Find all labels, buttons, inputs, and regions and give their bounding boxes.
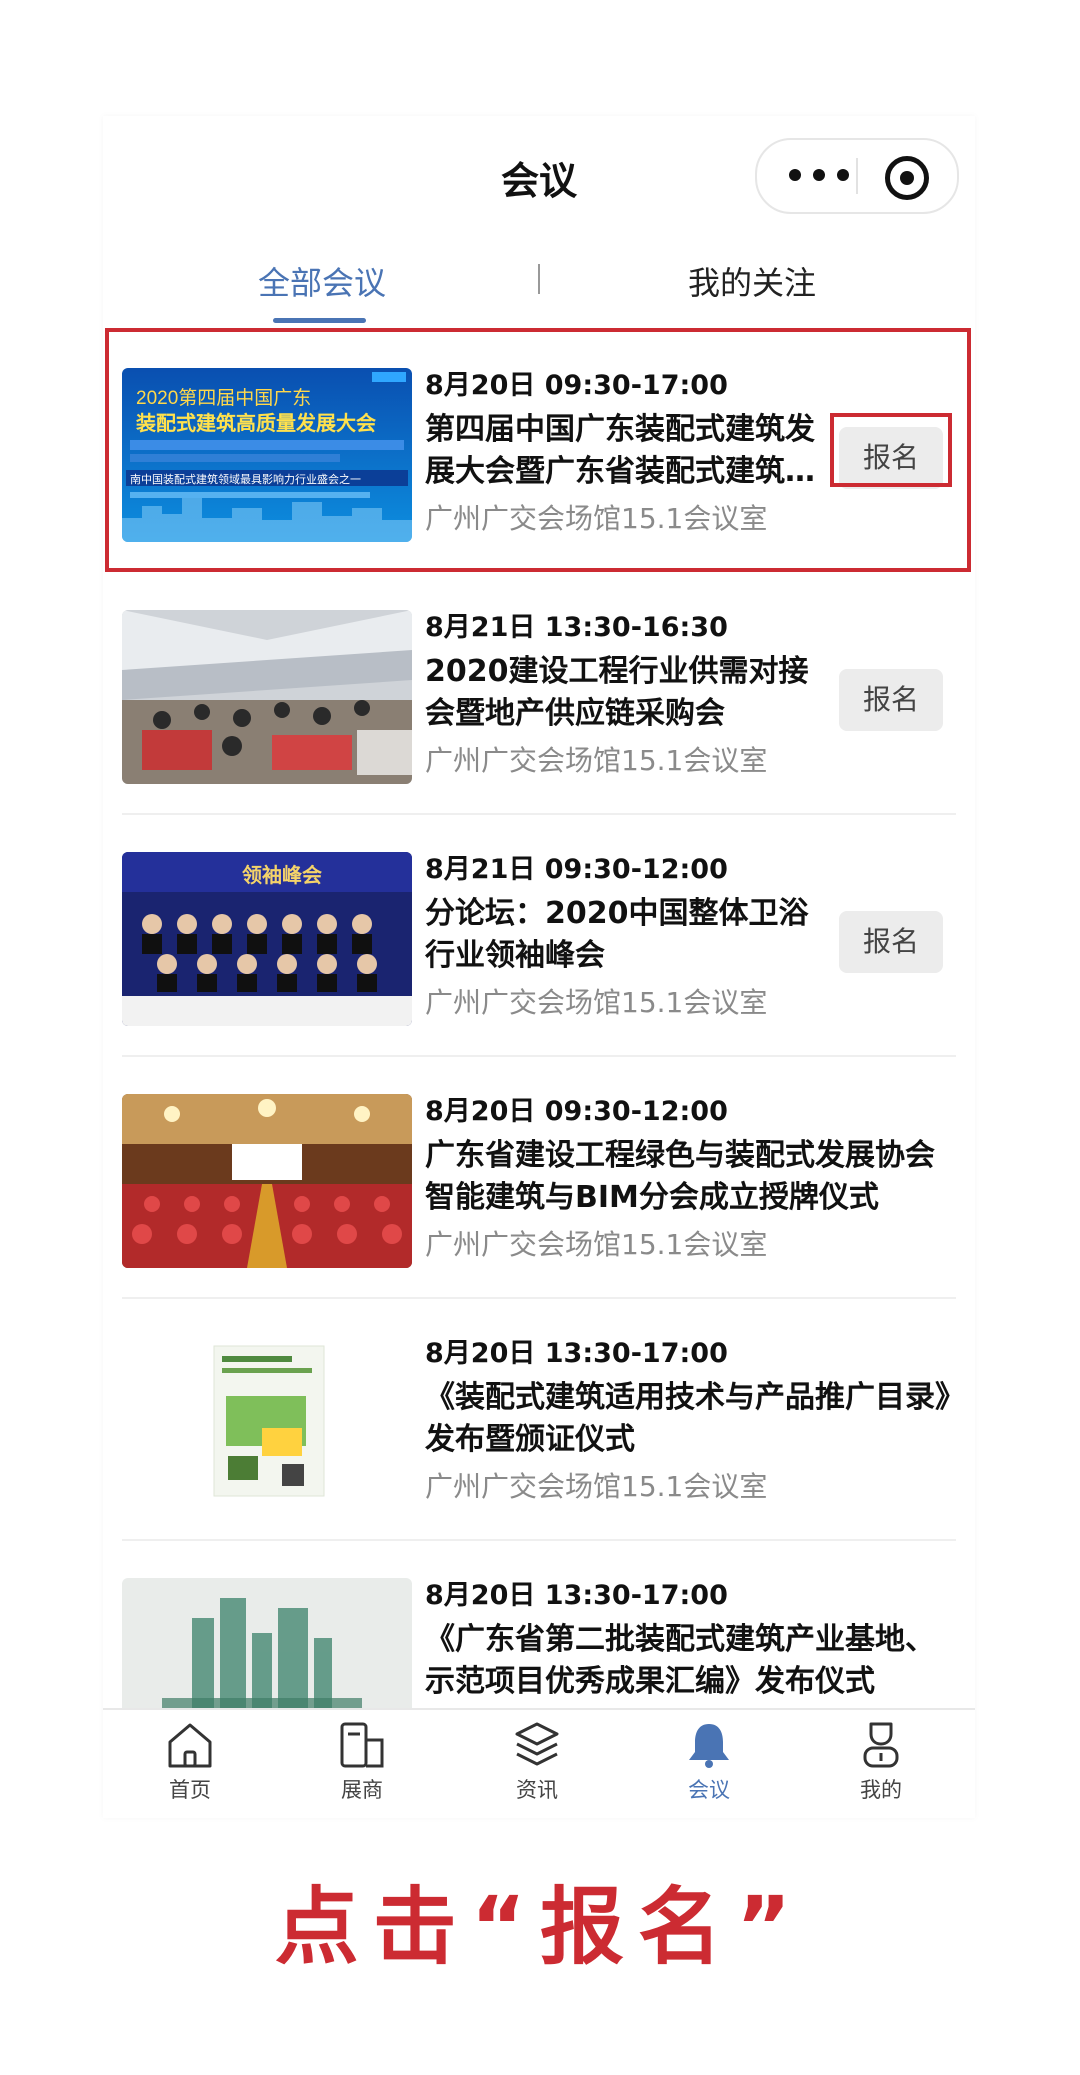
meeting-title: 《广东省第二批装配式建筑产业基地、示范项目优秀成果汇编》发布仪式	[425, 1622, 935, 1699]
bell-icon	[689, 1724, 729, 1768]
instruction-caption: 点击“报名”	[274, 1878, 806, 1976]
list-item[interactable]: 领袖峰会 8月21日 09:30-12:00 分论坛：2020中国整体卫浴行业领…	[103, 815, 975, 1057]
close-target-icon[interactable]	[885, 156, 929, 200]
meeting-title: 广东省建设工程绿色与装配式发展协会智能建筑与BIM分会成立授牌仪式	[425, 1138, 935, 1215]
capsule-divider	[856, 158, 858, 194]
tabbar-item-profile[interactable]: 我的	[821, 1710, 941, 1818]
signup-button[interactable]: 报名	[839, 911, 943, 973]
mini-program-capsule	[755, 138, 959, 214]
list-item[interactable]: 2020第四届中国广东 装配式建筑高质量发展大会 南中国装配式建筑领域最具影响力…	[103, 331, 975, 573]
bottom-tab-bar: 首页 展商 资讯 会议 我的	[103, 1708, 975, 1818]
more-icon[interactable]	[783, 140, 855, 212]
home-icon	[168, 1723, 212, 1768]
meeting-date: 8月20日 13:30-17:00	[425, 1580, 728, 1611]
tabbar-item-exhibitors[interactable]: 展商	[302, 1710, 422, 1818]
meeting-location: 广州广交会场馆15.1会议室	[425, 744, 768, 777]
meeting-thumbnail: 领袖峰会	[122, 852, 412, 1026]
tabbar-item-meetings[interactable]: 会议	[649, 1710, 769, 1818]
tabbar-label: 展商	[341, 1778, 383, 1802]
banner-line-2: 装配式建筑高质量发展大会	[135, 411, 376, 435]
phone-screen: 会议 全部会议 我的关注 2020第四届中国广东 装配式建筑高质量发展大会 南中…	[103, 116, 975, 1818]
banner-line-1: 2020第四届中国广东	[136, 387, 311, 409]
meeting-location: 广州广交会场馆15.1会议室	[425, 986, 768, 1019]
meeting-date: 8月21日 13:30-16:30	[425, 612, 728, 643]
tabbar-label: 会议	[688, 1778, 730, 1802]
meeting-date: 8月20日 09:30-12:00	[425, 1096, 728, 1127]
meeting-thumbnail	[122, 1094, 412, 1268]
meeting-date: 8月20日 09:30-17:00	[425, 370, 728, 401]
building-icon	[340, 1722, 384, 1768]
meeting-title: 《装配式建筑适用技术与产品推广目录》发布暨颁证仪式	[425, 1380, 950, 1457]
tabbar-label: 资讯	[516, 1778, 558, 1802]
tab-divider	[538, 264, 540, 294]
meeting-location: 广州广交会场馆15.1会议室	[425, 1470, 768, 1503]
tab-bar-top: 全部会议 我的关注	[103, 246, 975, 326]
meeting-location: 广州广交会场馆15.1会议室	[425, 502, 768, 535]
tabbar-label: 我的	[860, 1778, 902, 1802]
signup-button[interactable]: 报名	[839, 427, 943, 489]
meeting-title: 第四届中国广东装配式建筑发展大会暨广东省装配式建筑及智能建造创新技术推广会	[425, 412, 815, 489]
tabbar-item-news[interactable]: 资讯	[477, 1710, 597, 1818]
list-item[interactable]: 8月20日 09:30-12:00 广东省建设工程绿色与装配式发展协会智能建筑与…	[103, 1057, 975, 1299]
meeting-date: 8月20日 13:30-17:00	[425, 1338, 728, 1369]
navigation-bar: 会议	[103, 116, 975, 231]
user-icon	[863, 1722, 899, 1768]
list-item[interactable]: 8月21日 13:30-16:30 2020建设工程行业供需对接会暨地产供应链采…	[103, 573, 975, 815]
banner-line-3: 南中国装配式建筑领域最具影响力行业盛会之一	[130, 472, 361, 486]
active-tab-indicator	[273, 318, 366, 323]
tabbar-label: 首页	[169, 1778, 211, 1802]
list-item[interactable]: 8月20日 13:30-17:00 《装配式建筑适用技术与产品推广目录》发布暨颁…	[103, 1299, 975, 1541]
tabbar-item-home[interactable]: 首页	[130, 1710, 250, 1818]
forum-title-text: 领袖峰会	[242, 863, 322, 887]
meeting-date: 8月21日 09:30-12:00	[425, 854, 728, 885]
tab-my-follows[interactable]: 我的关注	[688, 258, 816, 304]
meeting-thumbnail	[122, 610, 412, 784]
signup-button[interactable]: 报名	[839, 669, 943, 731]
meeting-location: 广州广交会场馆15.1会议室	[425, 1228, 768, 1261]
meeting-title: 2020建设工程行业供需对接会暨地产供应链采购会	[425, 654, 809, 731]
meeting-thumbnail	[122, 1336, 412, 1510]
tab-all-meetings[interactable]: 全部会议	[258, 258, 386, 304]
meeting-thumbnail: 2020第四届中国广东 装配式建筑高质量发展大会 南中国装配式建筑领域最具影响力…	[122, 368, 412, 542]
layers-icon	[515, 1722, 559, 1766]
meeting-title: 分论坛：2020中国整体卫浴行业领袖峰会	[425, 896, 809, 973]
